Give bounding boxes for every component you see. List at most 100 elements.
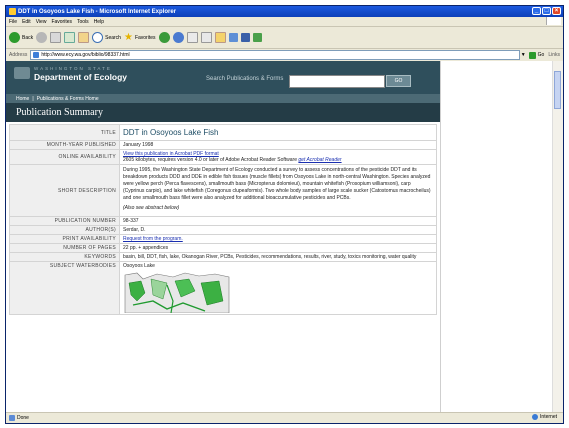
row-label: PRINT AVAILABILITY	[9, 234, 120, 244]
page-count: 22 pp. + appendices	[119, 243, 437, 253]
table-row: AUTHOR(S) Serdar, D.	[9, 225, 437, 235]
status-text: Done	[17, 415, 29, 421]
ecology-logo-icon	[14, 67, 30, 79]
row-label: NUMBER OF PAGES	[9, 243, 120, 253]
search-icon	[92, 32, 104, 43]
minimize-button[interactable]: _	[532, 7, 541, 15]
tools-icon[interactable]	[252, 33, 262, 42]
forward-button[interactable]	[36, 32, 48, 43]
short-description: During 1995, the Washington State Depart…	[119, 164, 437, 217]
scrollbar-thumb[interactable]	[554, 71, 561, 109]
menu-bar: File Edit View Favorites Tools Help	[6, 17, 563, 27]
menu-file[interactable]: File	[9, 19, 17, 25]
row-label: TITLE	[9, 124, 120, 141]
menu-view[interactable]: View	[36, 19, 47, 25]
address-label: Address	[9, 52, 28, 58]
publication-title: DDT in Osoyoos Lake Fish	[119, 124, 437, 141]
status-bar: Done Internet	[6, 412, 563, 423]
subject-waterbodies: Osoyoos Lake	[119, 261, 437, 315]
publication-number: 98-337	[119, 216, 437, 226]
research-icon[interactable]	[240, 33, 250, 42]
window-title: DDT in Osoyoos Lake Fish - Microsoft Int…	[18, 8, 177, 15]
author: Serdar, D.	[119, 225, 437, 235]
ie-icon	[9, 8, 16, 15]
publication-table: TITLE DDT in Osoyoos Lake Fish MONTH-YEA…	[9, 124, 437, 315]
address-field[interactable]: http://www.ecy.wa.gov/biblio/98337.html	[30, 50, 520, 60]
page-loaded-icon	[9, 415, 15, 421]
history-icon[interactable]	[172, 32, 184, 43]
home-icon[interactable]	[78, 32, 90, 43]
print-availability: Request from the program.	[119, 234, 437, 244]
online-availability: View this publication in Acrobat PDF for…	[119, 149, 437, 165]
refresh-icon[interactable]	[64, 32, 76, 43]
internet-zone-icon	[532, 414, 539, 420]
table-row: PUBLICATION NUMBER 98-337	[9, 216, 437, 226]
close-button[interactable]: ×	[552, 7, 561, 15]
mail-icon[interactable]	[186, 32, 198, 43]
site-header: WASHINGTON STATE Department of Ecology S…	[6, 61, 440, 94]
agency-state: WASHINGTON STATE	[34, 66, 112, 71]
row-label: SUBJECT WATERBODIES	[9, 261, 120, 315]
menu-favorites[interactable]: Favorites	[51, 19, 72, 25]
browser-window: DDT in Osoyoos Lake Fish - Microsoft Int…	[5, 5, 564, 424]
row-label: KEYWORDS	[9, 252, 120, 262]
row-label: MONTH-YEAR PUBLISHED	[9, 140, 120, 150]
search-label: Search Publications & Forms	[206, 76, 284, 82]
page-title: Publication Summary	[6, 103, 440, 122]
waterbody-name: Osoyoos Lake	[123, 263, 155, 269]
table-row: MONTH-YEAR PUBLISHED January 1998	[9, 140, 437, 150]
page-viewport: WASHINGTON STATE Department of Ecology S…	[6, 61, 563, 413]
search-go-button[interactable]: GO	[386, 75, 411, 87]
agency-name[interactable]: Department of Ecology	[34, 72, 127, 82]
menu-tools[interactable]: Tools	[77, 19, 89, 25]
star-icon: ★	[123, 32, 133, 43]
back-button[interactable]: Back	[9, 32, 33, 43]
abstract-note: (Also see abstract below)	[123, 205, 180, 211]
title-bar: DDT in Osoyoos Lake Fish - Microsoft Int…	[6, 6, 563, 17]
row-label: SHORT DESCRIPTION	[9, 164, 120, 217]
table-row: SHORT DESCRIPTION During 1995, the Washi…	[9, 164, 437, 217]
web-page: WASHINGTON STATE Department of Ecology S…	[6, 61, 441, 413]
pdf-info: 2605 kilobytes, requires version 4.0 or …	[123, 157, 297, 163]
messenger-icon[interactable]	[228, 33, 238, 42]
zone-text: Internet	[540, 414, 557, 420]
favorites-button[interactable]: ★ Favorites	[124, 32, 156, 43]
windows-logo-icon	[546, 17, 561, 25]
breadcrumb: Home | Publications & Forms Home	[6, 94, 440, 103]
page-icon	[33, 52, 40, 58]
folder-icon[interactable]	[214, 32, 226, 43]
maximize-button[interactable]: □	[542, 7, 551, 15]
address-url: http://www.ecy.wa.gov/biblio/98337.html	[41, 52, 130, 58]
print-icon[interactable]	[200, 32, 212, 43]
media-icon[interactable]	[158, 32, 170, 43]
forward-arrow-icon	[36, 32, 48, 43]
vertical-scrollbar[interactable]	[552, 61, 563, 413]
menu-edit[interactable]: Edit	[22, 19, 31, 25]
back-arrow-icon	[9, 32, 20, 43]
table-row: PRINT AVAILABILITY Request from the prog…	[9, 234, 437, 244]
table-row: SUBJECT WATERBODIES Osoyoos Lake	[9, 261, 437, 315]
publication-search-input[interactable]	[289, 75, 385, 88]
stop-icon[interactable]	[50, 32, 62, 43]
state-map-svg	[124, 272, 230, 314]
keywords: basin, bill, DDT, fish, lake, Okanogan R…	[119, 252, 437, 262]
request-link[interactable]: Request from the program.	[123, 236, 183, 242]
nav-home-link[interactable]: Home	[16, 96, 29, 102]
description-text: During 1995, the Washington State Depart…	[123, 167, 431, 201]
address-dropdown-icon[interactable]: ▼	[521, 52, 526, 58]
menu-help[interactable]: Help	[94, 19, 104, 25]
nav-separator: |	[32, 95, 34, 102]
published-date: January 1998	[119, 140, 437, 150]
go-button[interactable]: Go	[528, 51, 544, 59]
row-label: PUBLICATION NUMBER	[9, 216, 120, 226]
nav-publications-link[interactable]: Publications & Forms Home	[37, 96, 99, 102]
acrobat-link[interactable]: get Acrobat Reader	[298, 157, 341, 163]
table-row: NUMBER OF PAGES 22 pp. + appendices	[9, 243, 437, 253]
links-label[interactable]: Links	[548, 52, 560, 58]
row-label: ONLINE AVAILABILITY	[9, 149, 120, 165]
search-button[interactable]: Search	[92, 32, 121, 43]
table-row: ONLINE AVAILABILITY View this publicatio…	[9, 149, 437, 165]
toolbar: Back Search ★ Favorites	[6, 27, 563, 49]
table-row: TITLE DDT in Osoyoos Lake Fish	[9, 124, 437, 141]
go-arrow-icon	[528, 51, 536, 59]
